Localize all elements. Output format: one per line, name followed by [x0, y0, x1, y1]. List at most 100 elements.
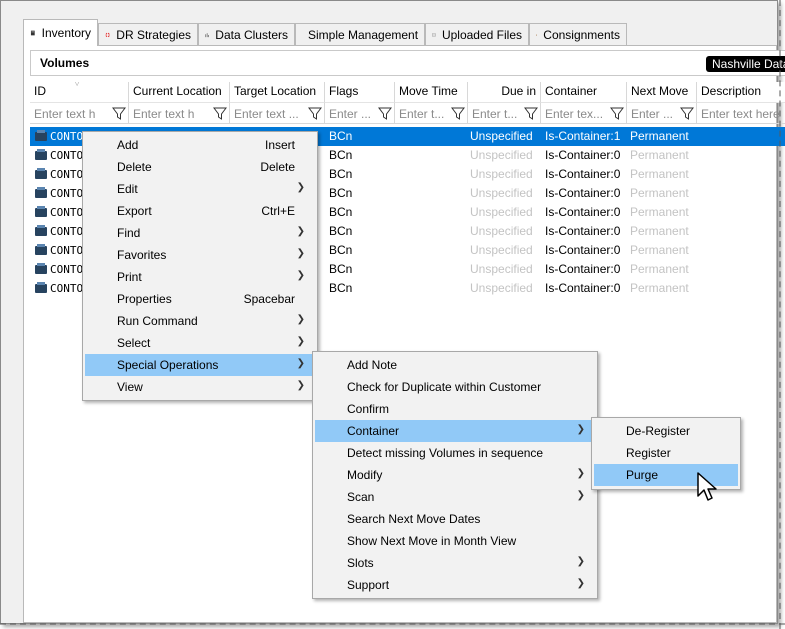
- cell-due-in: Unspecified: [470, 281, 533, 295]
- menu-item-shortcut: Delete: [260, 160, 295, 174]
- menu-item-label: Add Note: [347, 358, 398, 372]
- cell-flags: BCn: [329, 224, 353, 238]
- column-header-id[interactable]: ID ▽: [30, 82, 129, 102]
- menu-item-detect-missing[interactable]: Detect missing Volumes in sequence: [315, 442, 595, 464]
- menu-item-register[interactable]: Register: [594, 442, 738, 464]
- filter-cell-target-location: [230, 102, 325, 124]
- column-label: Due in: [501, 84, 536, 98]
- torn-edge-right: [779, 0, 785, 629]
- column-header-container[interactable]: Container: [541, 82, 627, 102]
- cell-flags: BCn: [329, 167, 353, 181]
- tab-inventory[interactable]: Inventory: [23, 19, 98, 46]
- filter-input-id[interactable]: [31, 105, 109, 122]
- menu-item-label: Show Next Move in Month View: [347, 534, 517, 548]
- box-icon: [536, 33, 538, 36]
- menu-item-confirm[interactable]: Confirm: [315, 398, 595, 420]
- column-label: Next Move: [631, 84, 689, 98]
- filter-input-target-location[interactable]: [231, 105, 305, 122]
- menu-item-add[interactable]: Add Insert: [85, 134, 315, 156]
- tab-label: DR Strategies: [116, 27, 191, 42]
- tab-label: Uploaded Files: [441, 27, 522, 42]
- filter-input-current-location[interactable]: [130, 105, 210, 122]
- cell-flags: BCn: [329, 243, 353, 257]
- menu-item-de-register[interactable]: De-Register: [594, 420, 738, 442]
- menu-item-slots[interactable]: Slots ❯: [315, 552, 595, 574]
- submenu-arrow-icon: ❯: [296, 270, 305, 281]
- menu-item-print[interactable]: Print ❯: [85, 266, 315, 288]
- menu-item-modify[interactable]: Modify ❯: [315, 464, 595, 486]
- context-menu: Add Insert Delete Delete Edit ❯ Export Ctrl+…: [82, 131, 318, 401]
- cell-id: CONTO: [50, 168, 84, 181]
- menu-item-export[interactable]: Export Ctrl+E: [85, 200, 315, 222]
- cell-id: CONTO: [50, 263, 84, 276]
- tab-label: Simple Management: [308, 27, 419, 42]
- volume-icon: [35, 168, 47, 179]
- menu-item-run-command[interactable]: Run Command ❯: [85, 310, 315, 332]
- filter-input-container[interactable]: [542, 105, 608, 122]
- filter-cell-container: [541, 102, 627, 124]
- column-label: Description: [701, 84, 762, 98]
- column-header-next-move[interactable]: Next Move: [627, 82, 697, 102]
- cell-due-in: Unspecified: [470, 205, 533, 219]
- column-label: Flags: [329, 84, 359, 98]
- filter-input-description[interactable]: [698, 105, 785, 122]
- tab-consignments[interactable]: Consignments: [529, 23, 627, 45]
- menu-item-select[interactable]: Select ❯: [85, 332, 315, 354]
- menu-item-add-note[interactable]: Add Note: [315, 354, 595, 376]
- cell-due-in: Unspecified: [470, 262, 533, 276]
- tab-simple-management[interactable]: Simple Management: [295, 23, 425, 45]
- cell-next-move: Permanent: [630, 262, 689, 276]
- menu-item-edit[interactable]: Edit ❯: [85, 178, 315, 200]
- cell-container: Is-Container:0: [545, 186, 621, 200]
- filter-icon[interactable]: [451, 106, 465, 121]
- filter-icon[interactable]: [610, 106, 624, 121]
- menu-item-container[interactable]: Container ❯: [315, 420, 595, 442]
- menu-item-label: Modify: [347, 468, 383, 482]
- menu-item-find[interactable]: Find ❯: [85, 222, 315, 244]
- filter-input-flags[interactable]: [326, 105, 376, 122]
- menu-item-show-next-move[interactable]: Show Next Move in Month View: [315, 530, 595, 552]
- filter-icon[interactable]: [308, 106, 322, 121]
- tab-dr-strategies[interactable]: DR Strategies: [98, 23, 198, 45]
- volume-icon: [35, 130, 47, 141]
- filter-icon[interactable]: [524, 106, 538, 121]
- column-header-description[interactable]: Description: [697, 82, 785, 102]
- menu-item-view[interactable]: View ❯: [85, 376, 315, 398]
- menu-item-search-next-move[interactable]: Search Next Move Dates: [315, 508, 595, 530]
- menu-item-label: Scan: [347, 490, 375, 504]
- submenu-arrow-icon: ❯: [296, 248, 305, 259]
- menu-item-favorites[interactable]: Favorites ❯: [85, 244, 315, 266]
- cell-container: Is-Container:0: [545, 148, 621, 162]
- cell-due-in: Unspecified: [470, 148, 533, 162]
- menu-item-label: Check for Duplicate within Customer: [347, 380, 542, 394]
- filter-icon[interactable]: [213, 106, 227, 121]
- menu-item-special-operations[interactable]: Special Operations ❯: [85, 354, 315, 376]
- cell-due-in: Unspecified: [470, 243, 533, 257]
- tab-data-clusters[interactable]: Data Clusters: [198, 23, 295, 45]
- filter-input-move-time[interactable]: [396, 105, 449, 122]
- submenu-arrow-icon: ❯: [296, 182, 305, 193]
- filter-icon[interactable]: [378, 106, 392, 121]
- menu-item-support[interactable]: Support ❯: [315, 574, 595, 596]
- filter-input-due-in[interactable]: [469, 105, 522, 122]
- filter-icon[interactable]: [112, 106, 126, 121]
- sort-caret-icon: ▽: [74, 82, 81, 87]
- tab-uploaded-files[interactable]: Uploaded Files: [425, 23, 529, 45]
- column-header-move-time[interactable]: Move Time: [395, 82, 468, 102]
- cell-container: Is-Container:0: [545, 224, 621, 238]
- cell-flags: BCn: [329, 129, 353, 143]
- column-header-due-in[interactable]: Due in: [468, 82, 541, 102]
- cell-id: CONTO: [50, 225, 84, 238]
- menu-item-scan[interactable]: Scan ❯: [315, 486, 595, 508]
- column-header-current-location[interactable]: Current Location: [129, 82, 230, 102]
- column-label: Container: [545, 84, 598, 98]
- menu-item-properties[interactable]: Properties Spacebar: [85, 288, 315, 310]
- datacenter-badge[interactable]: Nashville Data C: [706, 56, 785, 72]
- filter-icon[interactable]: [680, 106, 694, 121]
- filter-input-next-move[interactable]: [628, 105, 678, 122]
- submenu-arrow-icon: ❯: [296, 358, 305, 369]
- column-header-target-location[interactable]: Target Location: [230, 82, 325, 102]
- column-header-flags[interactable]: Flags: [325, 82, 395, 102]
- menu-item-delete[interactable]: Delete Delete: [85, 156, 315, 178]
- menu-item-check-duplicate[interactable]: Check for Duplicate within Customer: [315, 376, 595, 398]
